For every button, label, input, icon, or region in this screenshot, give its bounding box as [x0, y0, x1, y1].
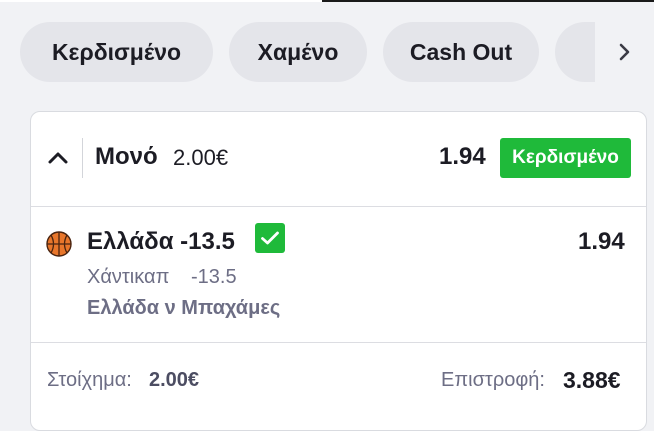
selection-odds: 1.94	[578, 228, 625, 255]
market-line: -13.5	[191, 266, 237, 288]
filter-chip-partial[interactable]	[555, 22, 595, 82]
scroll-right-button[interactable]	[595, 22, 654, 82]
chevron-right-icon	[619, 43, 629, 61]
bet-card: Μονό 2.00€ 1.94 Κερδισμένο Ελλάδα -13.5 …	[30, 111, 647, 431]
basketball-icon	[46, 231, 72, 257]
bet-footer: Στοίχημα: 2.00€ Επιστροφή: 3.88€	[31, 343, 646, 403]
check-icon	[255, 223, 285, 253]
top-divider-light	[0, 0, 322, 2]
return-value: 3.88€	[563, 367, 621, 393]
status-badge: Κερδισμένο	[500, 138, 631, 178]
collapse-button[interactable]	[43, 140, 73, 176]
bet-type: Μονό	[95, 143, 158, 170]
header-divider	[82, 138, 83, 178]
top-divider-dark	[322, 0, 654, 2]
total-odds: 1.94	[439, 143, 486, 170]
chevron-up-icon	[48, 152, 68, 164]
stake-label: Στοίχημα:	[47, 369, 132, 391]
filter-chip-lost[interactable]: Χαμένο	[229, 22, 367, 82]
stake-value: 2.00€	[149, 369, 200, 391]
bet-header: Μονό 2.00€ 1.94 Κερδισμένο	[31, 112, 646, 207]
filter-chip-won[interactable]: Κερδισμένο	[20, 22, 213, 82]
bet-stake: 2.00€	[173, 145, 229, 170]
selection-name: Ελλάδα -13.5	[87, 228, 235, 255]
top-divider	[0, 0, 654, 5]
selection-row: Ελλάδα -13.5 1.94 Χάντικαπ -13.5 Ελλάδα …	[31, 206, 646, 343]
market-name: Χάντικαπ	[87, 266, 170, 288]
filter-chip-cashout[interactable]: Cash Out	[383, 22, 539, 82]
return-label: Επιστροφή:	[441, 369, 545, 391]
event-name: Ελλάδα ν Μπαχάμες	[87, 297, 281, 319]
